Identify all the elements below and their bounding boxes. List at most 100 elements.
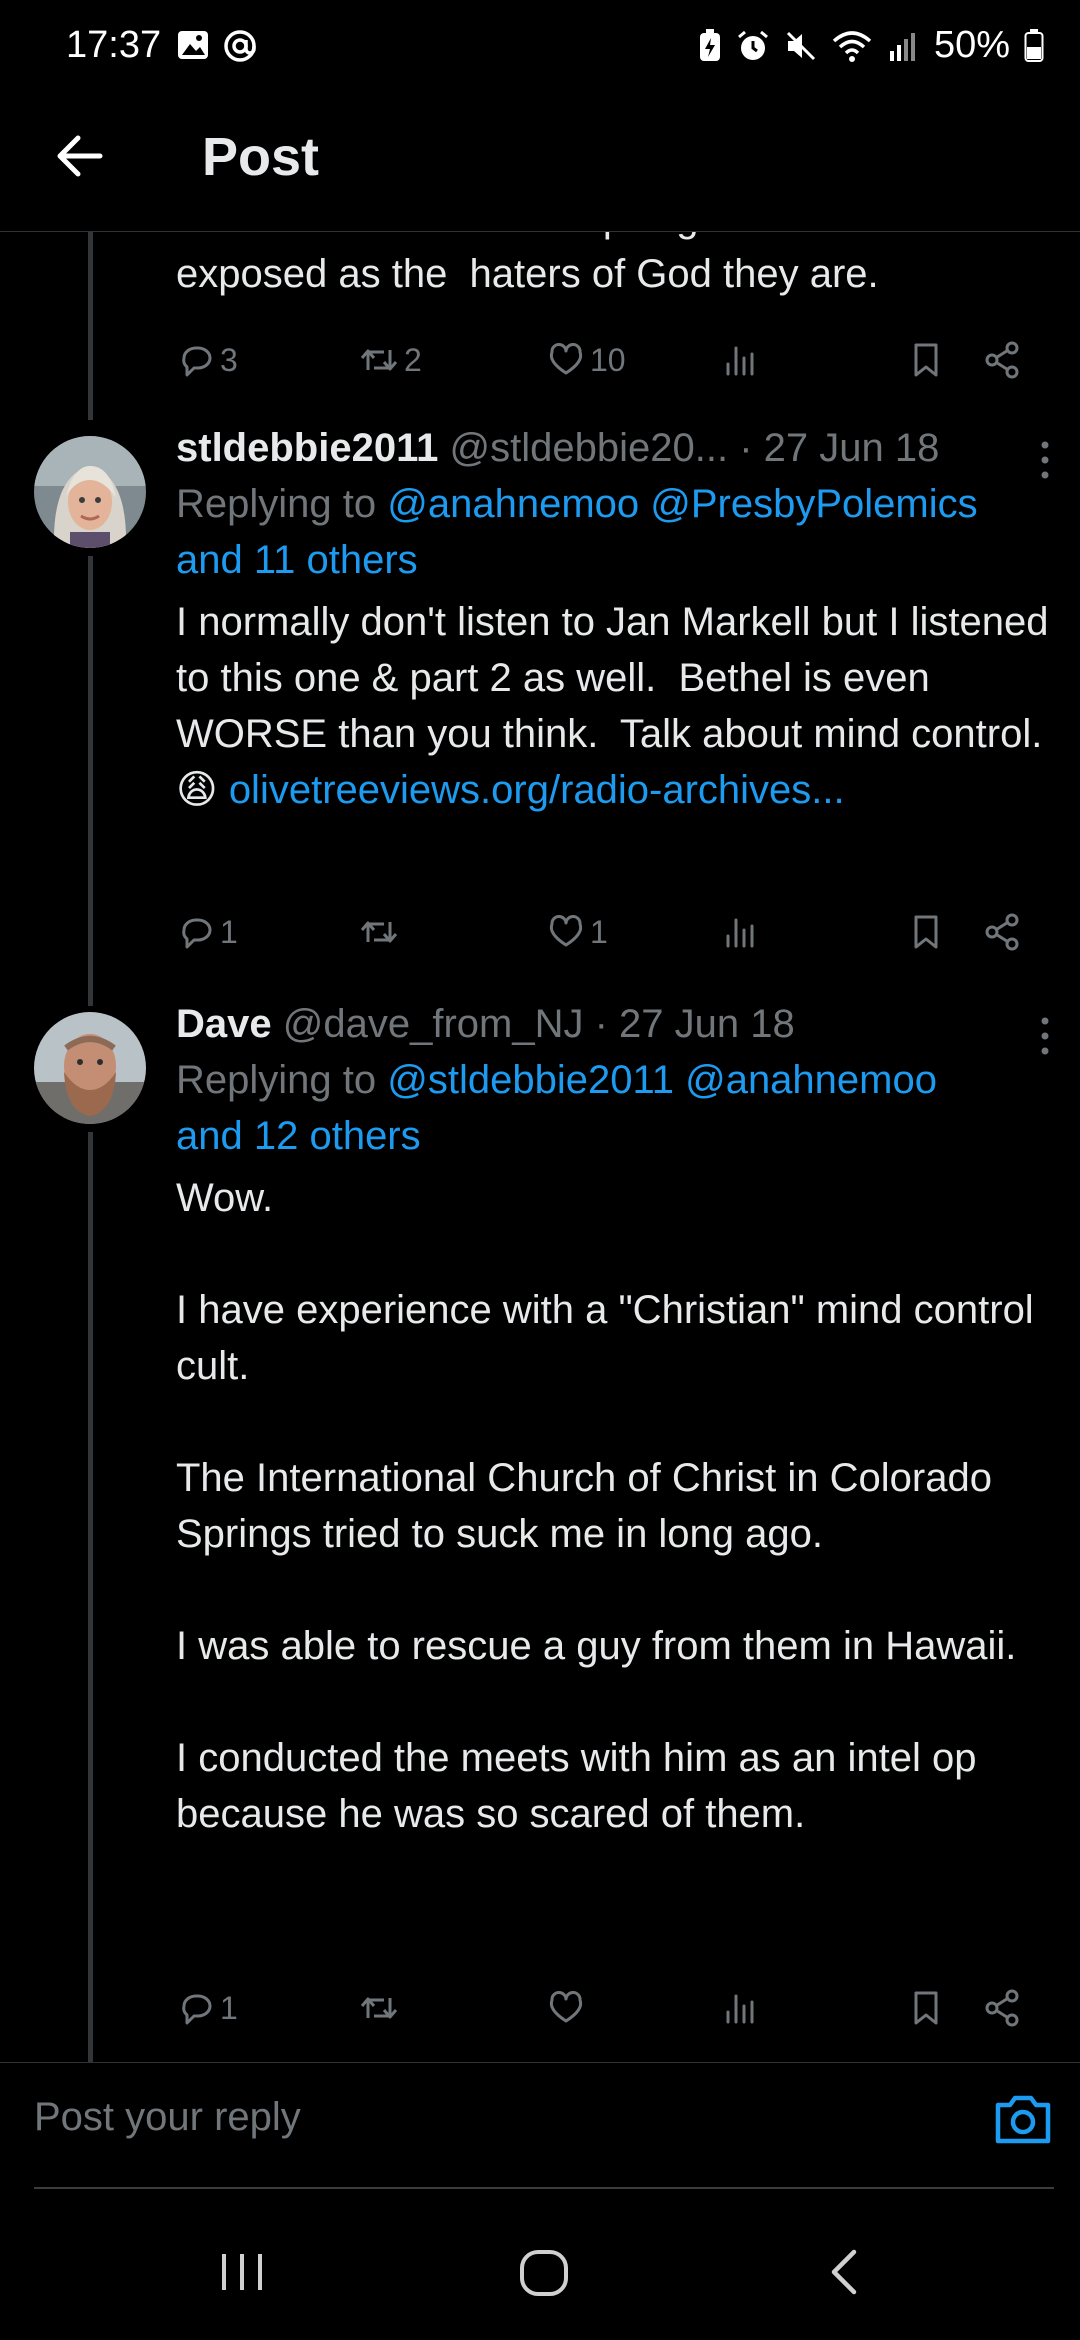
bookmark-icon — [914, 1991, 938, 2025]
user-handle[interactable]: @stldebbie20... — [450, 426, 729, 470]
tweet-text: Wow. I have experience with a "Christian… — [176, 1176, 1034, 1836]
display-name[interactable]: stldebbie2011 — [176, 426, 438, 470]
battery-saver-icon — [698, 28, 722, 63]
at-icon — [222, 28, 258, 69]
bookmark-button[interactable] — [906, 1980, 946, 2036]
home-button[interactable] — [512, 2240, 576, 2304]
tweet[interactable]: Dave @dave_from_NJ · 27 Jun 18 Replying … — [0, 996, 1080, 2056]
reply-count: 3 — [220, 341, 238, 378]
tweet-actions: 3 2 10 — [176, 332, 1036, 388]
like-count: 10 — [590, 341, 626, 378]
back-icon — [831, 2249, 857, 2295]
share-button[interactable] — [982, 1980, 1022, 2036]
tweet-text: I normally don't listen to Jan Markell b… — [176, 594, 1056, 818]
replying-to: Replying to @stldebbie2011 @anahnemoo and… — [176, 1052, 1056, 1164]
heart-icon — [549, 915, 583, 947]
mention-links[interactable]: @stldebbie2011 @anahnemoo — [387, 1058, 937, 1102]
replying-prefix: Replying to — [176, 482, 388, 526]
tweet-date[interactable]: · 27 Jun 18 — [739, 426, 939, 470]
status-system-icons: 50% — [698, 24, 1044, 67]
top-app-bar: Post — [0, 96, 1080, 232]
repost-icon — [360, 349, 398, 371]
tweet[interactable]: stldebbie2011 @stldebbie20... · 27 Jun 1… — [0, 420, 1080, 980]
heart-icon — [549, 343, 583, 375]
bookmark-button[interactable] — [906, 332, 946, 388]
share-icon — [985, 913, 1019, 951]
reply-count: 1 — [220, 1989, 238, 2026]
others-link[interactable]: and 12 others — [176, 1114, 421, 1158]
reply-count: 1 — [220, 913, 238, 950]
reply-input[interactable]: Post your reply — [34, 2095, 301, 2140]
views-button[interactable] — [721, 904, 761, 960]
like-button[interactable] — [546, 1980, 590, 2036]
views-button[interactable] — [721, 332, 761, 388]
more-options-icon[interactable] — [1040, 1016, 1050, 1056]
status-time: 17:37 — [66, 24, 162, 66]
views-icon — [726, 918, 754, 948]
tweet-header: stldebbie2011 @stldebbie20... · 27 Jun 1… — [176, 420, 1056, 476]
reply-icon — [182, 346, 212, 377]
page-title: Post — [202, 127, 320, 187]
nav-back-button[interactable] — [814, 2240, 878, 2304]
recent-apps-icon — [222, 2254, 262, 2290]
tweet-actions: 1 1 — [176, 904, 1036, 960]
bookmark-icon — [914, 915, 938, 949]
mention-links[interactable]: @anahnemoo @PresbyPolemics — [387, 482, 977, 526]
user-handle[interactable]: @dave_from_NJ — [283, 1002, 584, 1046]
alarm-icon — [736, 29, 770, 63]
reply-icon — [182, 918, 212, 949]
like-button[interactable]: 10 — [546, 332, 626, 388]
back-arrow-icon — [57, 135, 103, 177]
battery-icon — [1024, 28, 1044, 63]
mute-icon — [784, 29, 818, 63]
external-link[interactable]: olivetreeviews.org/radio-archives... — [229, 768, 845, 812]
share-button[interactable] — [982, 904, 1022, 960]
share-icon — [985, 341, 1019, 379]
reply-button[interactable]: 3 — [176, 332, 238, 388]
reply-composer: Post your reply — [0, 2062, 1080, 2190]
repost-button[interactable] — [358, 904, 404, 960]
avatar[interactable] — [34, 1012, 146, 1124]
tweet-header: Dave @dave_from_NJ · 27 Jun 18 — [176, 996, 1056, 1052]
like-count: 1 — [590, 913, 608, 950]
others-link[interactable]: and 11 others — [176, 538, 418, 582]
bookmark-button[interactable] — [906, 904, 946, 960]
heart-icon — [549, 1991, 583, 2023]
views-button[interactable] — [721, 1980, 761, 2036]
tweet-actions: 1 — [176, 1980, 1036, 2036]
tweet-date[interactable]: · 27 Jun 18 — [595, 1002, 795, 1046]
reply-icon — [182, 1994, 212, 2025]
status-bar: 17:37 50% — [0, 0, 1080, 96]
signal-icon — [886, 29, 920, 63]
share-button[interactable] — [982, 332, 1022, 388]
tweet-text-clipped: leaders to fall from the spotlight and b… — [176, 232, 1056, 246]
replying-prefix: Replying to — [176, 1058, 388, 1102]
share-icon — [985, 1989, 1019, 2027]
gallery-icon — [176, 28, 210, 69]
reply-button[interactable]: 1 — [176, 904, 238, 960]
like-button[interactable]: 1 — [546, 904, 608, 960]
repost-icon — [360, 921, 398, 943]
more-options-icon[interactable] — [1040, 440, 1050, 480]
back-button[interactable] — [52, 128, 108, 184]
display-name[interactable]: Dave — [176, 1002, 272, 1046]
repost-button[interactable] — [358, 1980, 404, 2036]
camera-icon — [995, 2095, 1051, 2144]
status-notification-icons — [176, 28, 258, 69]
replying-to: Replying to @anahnemoo @PresbyPolemics an… — [176, 476, 1056, 588]
views-icon — [726, 1994, 754, 2024]
home-icon — [520, 2250, 568, 2296]
views-icon — [726, 346, 754, 376]
tweet-text: exposed as the haters of God they are. — [176, 252, 879, 296]
system-navigation-bar — [0, 2196, 1080, 2340]
repost-button[interactable]: 2 — [358, 332, 422, 388]
tweet[interactable]: leaders to fall from the spotlight and b… — [0, 232, 1080, 412]
camera-button[interactable] — [992, 2087, 1054, 2149]
wifi-icon — [832, 29, 872, 63]
reply-input-underline — [34, 2187, 1054, 2189]
avatar[interactable] — [34, 436, 146, 548]
bookmark-icon — [914, 343, 938, 377]
recent-apps-button[interactable] — [210, 2240, 274, 2304]
repost-count: 2 — [404, 341, 422, 378]
reply-button[interactable]: 1 — [176, 1980, 238, 2036]
